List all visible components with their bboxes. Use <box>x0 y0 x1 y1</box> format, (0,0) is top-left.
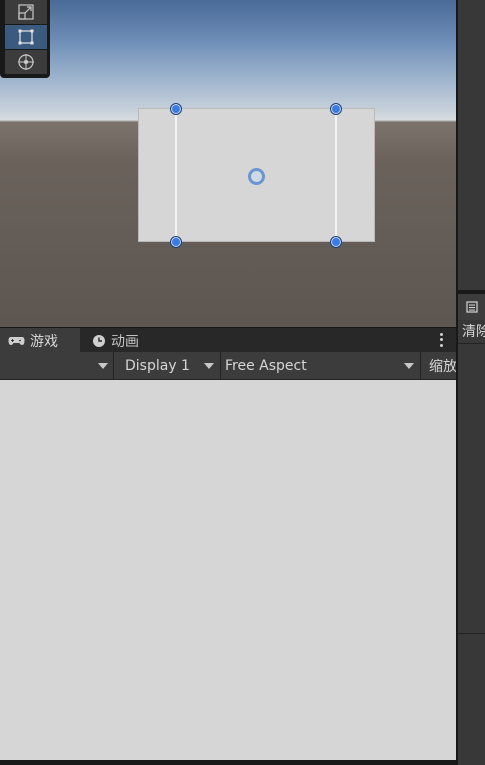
pivot-handle[interactable] <box>248 168 265 185</box>
game-view-dropdown[interactable] <box>0 352 114 379</box>
clear-button[interactable]: 清除 <box>462 321 485 341</box>
chevron-down-icon <box>98 363 108 369</box>
chevron-down-icon <box>204 363 214 369</box>
game-tabbar: 游戏 动画 <box>0 327 456 353</box>
console-panel <box>458 294 485 765</box>
scene-view[interactable] <box>0 0 456 327</box>
transform-toolstrip <box>0 0 50 78</box>
rect-tool-button[interactable] <box>5 25 47 49</box>
scale-slider[interactable]: 缩放 <box>421 352 456 379</box>
console-divider <box>458 343 485 344</box>
rect-handle-top-left[interactable] <box>170 103 182 115</box>
rect-handle-top-right[interactable] <box>330 103 342 115</box>
transform-tool-button[interactable] <box>5 50 47 74</box>
rect-right-edge <box>335 108 337 242</box>
tab-animation[interactable]: 动画 <box>84 328 164 353</box>
transform-icon <box>18 54 34 70</box>
scale-icon <box>18 4 34 20</box>
console-icon <box>465 301 478 313</box>
aspect-dropdown[interactable]: Free Aspect <box>221 352 421 379</box>
aspect-label: Free Aspect <box>225 357 307 374</box>
tab-animation-label: 动画 <box>111 333 139 350</box>
bottom-border <box>0 760 456 765</box>
tab-game-label: 游戏 <box>30 333 58 350</box>
gamepad-icon <box>8 337 25 345</box>
rect-left-edge <box>175 108 177 242</box>
rect-handle-bottom-left[interactable] <box>170 236 182 248</box>
right-panel-upper <box>458 0 485 290</box>
console-tab[interactable] <box>458 294 485 320</box>
console-divider-lower <box>458 633 485 634</box>
more-options-icon[interactable] <box>436 332 446 348</box>
chevron-down-icon <box>404 363 414 369</box>
game-view-canvas[interactable] <box>0 380 456 760</box>
game-toolbar: Display 1 Free Aspect 缩放 <box>0 352 456 380</box>
rect-handle-bottom-right[interactable] <box>330 236 342 248</box>
scale-label: 缩放 <box>429 358 456 375</box>
clock-icon <box>93 334 105 347</box>
rect-transform-icon <box>18 29 34 45</box>
scale-tool-button[interactable] <box>5 0 47 24</box>
tab-game[interactable]: 游戏 <box>0 328 80 353</box>
display-label: Display 1 <box>125 357 190 374</box>
display-dropdown[interactable]: Display 1 <box>114 352 221 379</box>
